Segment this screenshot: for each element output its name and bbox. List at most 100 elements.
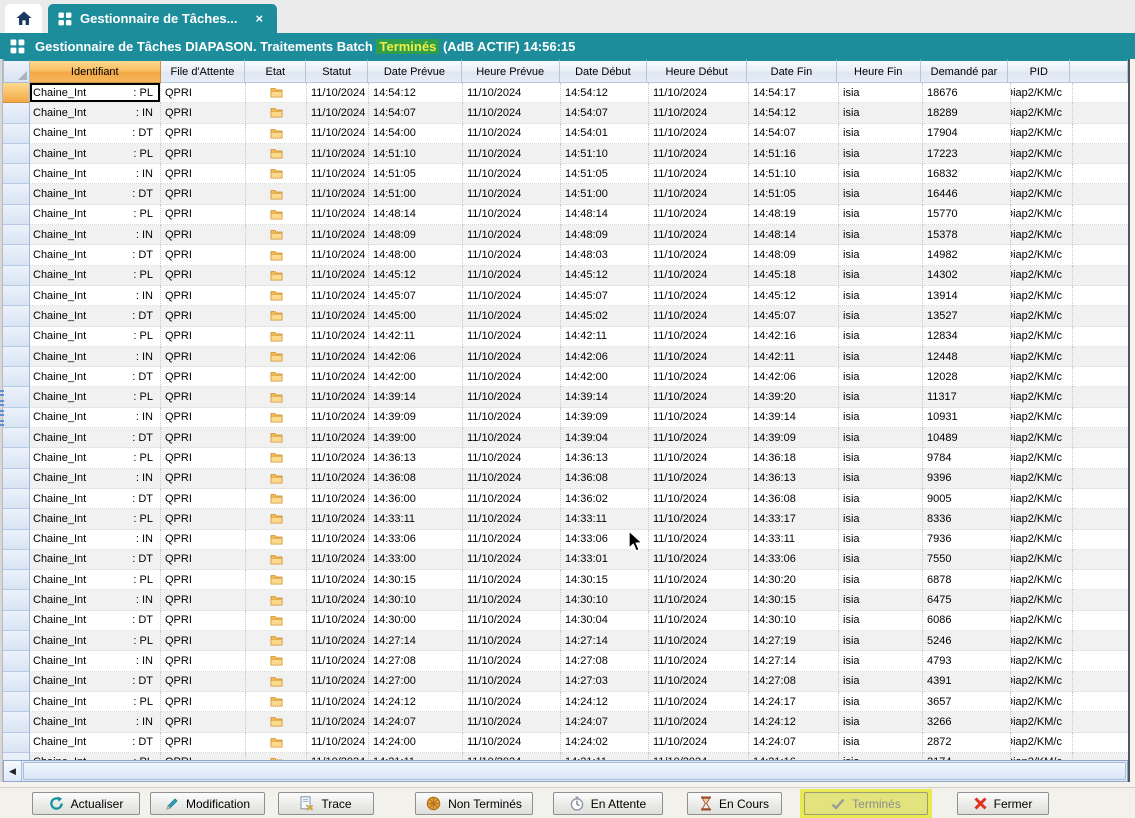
- cell-date-debut[interactable]: 14:27:03: [561, 672, 649, 692]
- cell-path[interactable]: [1073, 205, 1128, 225]
- cell-heure-debut[interactable]: 11/10/2024: [649, 611, 749, 631]
- cell-etat[interactable]: [246, 509, 307, 529]
- cell-heure-prevue[interactable]: 11/10/2024: [463, 266, 561, 286]
- column-header-pid[interactable]: PID: [1008, 59, 1070, 83]
- cell-heure-debut[interactable]: 11/10/2024: [649, 124, 749, 144]
- cell-demande-par[interactable]: 2872: [923, 733, 1011, 753]
- cell-identifiant[interactable]: Chaine_Int: IN: [30, 408, 161, 428]
- cell-file-attente[interactable]: QPRI: [161, 651, 246, 671]
- column-header-demand-par[interactable]: Demandé par: [921, 59, 1009, 83]
- cell-heure-fin[interactable]: isia: [839, 712, 923, 732]
- cell-etat[interactable]: [246, 408, 307, 428]
- cell-date-debut[interactable]: 14:33:11: [561, 509, 649, 529]
- cell-etat[interactable]: [246, 184, 307, 204]
- cell-pid[interactable]: /Diap2/KM/c: [1011, 712, 1073, 732]
- cell-demande-par[interactable]: 15378: [923, 225, 1011, 245]
- table-row[interactable]: Chaine_Int: PLQPRI11/10/202414:42:1111/1…: [3, 327, 1128, 347]
- cell-demande-par[interactable]: 18676: [923, 83, 1011, 103]
- cell-date-fin[interactable]: 14:36:08: [749, 489, 839, 509]
- cell-identifiant[interactable]: Chaine_Int: IN: [30, 469, 161, 489]
- cell-date-debut[interactable]: 14:42:11: [561, 327, 649, 347]
- cell-statut[interactable]: 11/10/2024: [307, 570, 369, 590]
- cell-date-prevue[interactable]: 14:33:00: [369, 550, 463, 570]
- table-row[interactable]: Chaine_Int: DTQPRI11/10/202414:27:0011/1…: [3, 672, 1128, 692]
- cell-heure-debut[interactable]: 11/10/2024: [649, 712, 749, 732]
- table-row[interactable]: Chaine_Int: PLQPRI11/10/202414:27:1411/1…: [3, 631, 1128, 651]
- cell-heure-prevue[interactable]: 11/10/2024: [463, 327, 561, 347]
- cell-pid[interactable]: /Diap2/KM/c: [1011, 590, 1073, 610]
- cell-heure-fin[interactable]: isia: [839, 550, 923, 570]
- cell-etat[interactable]: [246, 733, 307, 753]
- cell-heure-fin[interactable]: isia: [839, 570, 923, 590]
- cell-date-prevue[interactable]: 14:36:00: [369, 489, 463, 509]
- cell-date-prevue[interactable]: 14:54:00: [369, 124, 463, 144]
- row-header-cell[interactable]: [3, 266, 30, 286]
- row-header-cell[interactable]: [3, 550, 30, 570]
- cell-heure-debut[interactable]: 11/10/2024: [649, 448, 749, 468]
- cell-heure-fin[interactable]: isia: [839, 408, 923, 428]
- cell-heure-debut[interactable]: 11/10/2024: [649, 225, 749, 245]
- table-row[interactable]: Chaine_Int: DTQPRI11/10/202414:24:0011/1…: [3, 733, 1128, 753]
- cell-date-fin[interactable]: 14:30:20: [749, 570, 839, 590]
- cell-file-attente[interactable]: QPRI: [161, 205, 246, 225]
- trace-button[interactable]: Trace: [278, 792, 374, 815]
- cell-heure-debut[interactable]: 11/10/2024: [649, 733, 749, 753]
- cell-heure-debut[interactable]: 11/10/2024: [649, 530, 749, 550]
- cell-date-debut[interactable]: 14:54:07: [561, 103, 649, 123]
- row-header-cell[interactable]: [3, 144, 30, 164]
- cell-heure-prevue[interactable]: 11/10/2024: [463, 387, 561, 407]
- row-header-cell[interactable]: [3, 570, 30, 590]
- cell-statut[interactable]: 11/10/2024: [307, 611, 369, 631]
- cell-demande-par[interactable]: 3266: [923, 712, 1011, 732]
- cell-date-debut[interactable]: 14:36:08: [561, 469, 649, 489]
- cell-demande-par[interactable]: 3657: [923, 692, 1011, 712]
- cell-etat[interactable]: [246, 327, 307, 347]
- row-header-cell[interactable]: [3, 205, 30, 225]
- cell-date-debut[interactable]: 14:51:00: [561, 184, 649, 204]
- row-header-cell[interactable]: [3, 225, 30, 245]
- cell-date-prevue[interactable]: 14:39:00: [369, 428, 463, 448]
- cell-path[interactable]: [1073, 733, 1128, 753]
- cell-pid[interactable]: /Diap2/KM/c: [1011, 672, 1073, 692]
- cell-statut[interactable]: 11/10/2024: [307, 266, 369, 286]
- cell-pid[interactable]: /Diap2/KM/c: [1011, 570, 1073, 590]
- cell-pid[interactable]: /Diap2/KM/c: [1011, 144, 1073, 164]
- cell-heure-fin[interactable]: isia: [839, 347, 923, 367]
- cell-heure-fin[interactable]: isia: [839, 631, 923, 651]
- cell-date-fin[interactable]: 14:54:17: [749, 83, 839, 103]
- cell-demande-par[interactable]: 9784: [923, 448, 1011, 468]
- cell-identifiant[interactable]: Chaine_Int: IN: [30, 651, 161, 671]
- cell-file-attente[interactable]: QPRI: [161, 387, 246, 407]
- cell-identifiant[interactable]: Chaine_Int: DT: [30, 367, 161, 387]
- cell-statut[interactable]: 11/10/2024: [307, 712, 369, 732]
- cell-statut[interactable]: 11/10/2024: [307, 347, 369, 367]
- cell-statut[interactable]: 11/10/2024: [307, 590, 369, 610]
- row-header-cell[interactable]: [3, 590, 30, 610]
- cell-path[interactable]: [1073, 103, 1128, 123]
- cell-file-attente[interactable]: QPRI: [161, 83, 246, 103]
- table-row[interactable]: Chaine_Int: INQPRI11/10/202414:45:0711/1…: [3, 286, 1128, 306]
- cell-heure-debut[interactable]: 11/10/2024: [649, 144, 749, 164]
- cell-pid[interactable]: /Diap2/KM/c: [1011, 733, 1073, 753]
- cell-demande-par[interactable]: 6086: [923, 611, 1011, 631]
- cell-date-fin[interactable]: 14:51:16: [749, 144, 839, 164]
- cell-pid[interactable]: /Diap2/KM/c: [1011, 327, 1073, 347]
- cell-statut[interactable]: 11/10/2024: [307, 530, 369, 550]
- table-row[interactable]: Chaine_Int: INQPRI11/10/202414:48:0911/1…: [3, 225, 1128, 245]
- cell-identifiant[interactable]: Chaine_Int: PL: [30, 205, 161, 225]
- cell-date-debut[interactable]: 14:48:14: [561, 205, 649, 225]
- cell-identifiant[interactable]: Chaine_Int: IN: [30, 103, 161, 123]
- row-header-cell[interactable]: [3, 733, 30, 753]
- cell-pid[interactable]: /Diap2/KM/c: [1011, 164, 1073, 184]
- cell-demande-par[interactable]: 17223: [923, 144, 1011, 164]
- cell-statut[interactable]: 11/10/2024: [307, 103, 369, 123]
- cell-demande-par[interactable]: 15770: [923, 205, 1011, 225]
- row-header-cell[interactable]: [3, 367, 30, 387]
- cell-heure-debut[interactable]: 11/10/2024: [649, 590, 749, 610]
- cell-etat[interactable]: [246, 530, 307, 550]
- splitter-grip-icon[interactable]: [0, 388, 5, 428]
- row-header-cell[interactable]: [3, 448, 30, 468]
- table-row[interactable]: Chaine_Int: DTQPRI11/10/202414:42:0011/1…: [3, 367, 1128, 387]
- cell-heure-fin[interactable]: isia: [839, 245, 923, 265]
- cell-pid[interactable]: /Diap2/KM/c: [1011, 266, 1073, 286]
